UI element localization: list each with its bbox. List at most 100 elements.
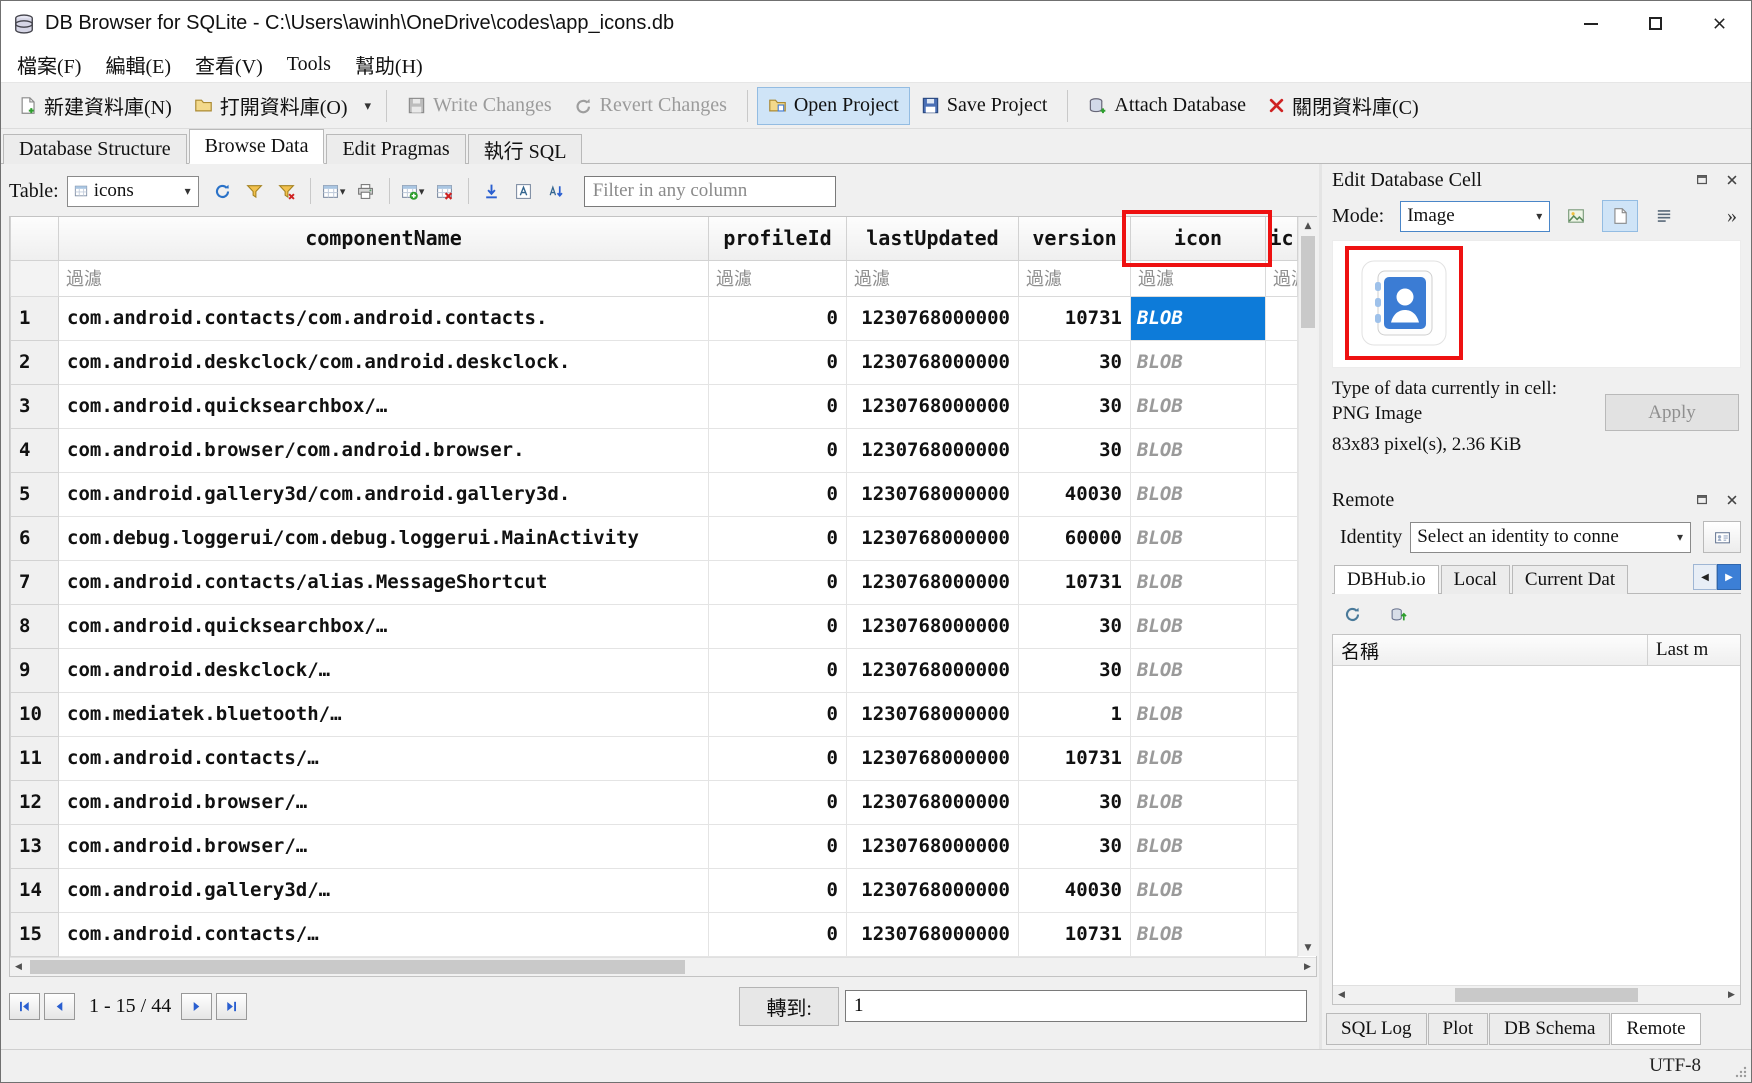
previous-record-button[interactable] bbox=[44, 993, 75, 1020]
cell-componentname[interactable]: com.android.gallery3d/… bbox=[59, 868, 709, 912]
dock-tab-db-schema[interactable]: DB Schema bbox=[1489, 1013, 1610, 1045]
open-database-button[interactable]: 打開資料庫(O) bbox=[183, 87, 359, 125]
cell-profileid[interactable]: 0 bbox=[709, 824, 847, 868]
cell-version[interactable]: 10731 bbox=[1019, 736, 1131, 780]
cell-lastupdated[interactable]: 1230768000000 bbox=[847, 604, 1019, 648]
remote-column-name[interactable]: 名稱 bbox=[1333, 635, 1648, 666]
cell-profileid[interactable]: 0 bbox=[709, 428, 847, 472]
cell-componentname[interactable]: com.android.deskclock/com.android.deskcl… bbox=[59, 340, 709, 384]
cell-lastupdated[interactable]: 1230768000000 bbox=[847, 428, 1019, 472]
maximize-button[interactable] bbox=[1623, 1, 1687, 46]
cell-icon[interactable]: BLOB bbox=[1131, 780, 1266, 824]
close-database-button[interactable]: 關閉資料庫(C) bbox=[1257, 87, 1430, 125]
cell-icon[interactable]: BLOB bbox=[1131, 824, 1266, 868]
tab-browse-data[interactable]: Browse Data bbox=[189, 129, 325, 164]
float-dock-button[interactable] bbox=[1693, 491, 1711, 509]
row-number[interactable]: 2 bbox=[11, 340, 59, 384]
column-header-ic[interactable]: ic bbox=[1266, 217, 1298, 260]
grid-vertical-scrollbar[interactable]: ▲ ▼ bbox=[1298, 217, 1317, 956]
horizontal-scroll-thumb[interactable] bbox=[1455, 988, 1638, 1002]
column-header-version[interactable]: version bbox=[1019, 217, 1131, 260]
open-project-button[interactable]: Open Project bbox=[757, 87, 910, 125]
row-number[interactable]: 6 bbox=[11, 516, 59, 560]
sort-button[interactable] bbox=[540, 175, 572, 207]
cell-profileid[interactable]: 0 bbox=[709, 648, 847, 692]
cell-icon[interactable]: BLOB bbox=[1131, 912, 1266, 956]
dock-tab-plot[interactable]: Plot bbox=[1428, 1013, 1489, 1045]
cell-version[interactable]: 30 bbox=[1019, 384, 1131, 428]
cell-version[interactable]: 10731 bbox=[1019, 296, 1131, 340]
row-number[interactable]: 7 bbox=[11, 560, 59, 604]
cell-componentname[interactable]: com.android.quicksearchbox/… bbox=[59, 604, 709, 648]
filter-cell-componentname[interactable]: 過濾 bbox=[59, 260, 709, 296]
cell-lastupdated[interactable]: 1230768000000 bbox=[847, 912, 1019, 956]
cell-version[interactable]: 30 bbox=[1019, 340, 1131, 384]
cell-profileid[interactable]: 0 bbox=[709, 472, 847, 516]
filter-input[interactable] bbox=[584, 176, 836, 207]
menu-item-v[interactable]: 查看(V) bbox=[183, 46, 275, 82]
cell-lastupdated[interactable]: 1230768000000 bbox=[847, 296, 1019, 340]
scroll-down-button[interactable]: ▼ bbox=[1299, 939, 1317, 956]
cell-profileid[interactable]: 0 bbox=[709, 560, 847, 604]
cell-lastupdated[interactable]: 1230768000000 bbox=[847, 516, 1019, 560]
image-view-button[interactable] bbox=[1602, 200, 1638, 232]
cell-version[interactable]: 30 bbox=[1019, 604, 1131, 648]
remote-column-last-modified[interactable]: Last m bbox=[1648, 635, 1740, 666]
tab-scroll-left-button[interactable]: ◀ bbox=[1693, 564, 1717, 590]
cell-version[interactable]: 10731 bbox=[1019, 912, 1131, 956]
identity-select[interactable]: Select an identity to conne ▾ bbox=[1410, 522, 1691, 553]
row-number[interactable]: 5 bbox=[11, 472, 59, 516]
cell-componentname[interactable]: com.android.contacts/… bbox=[59, 736, 709, 780]
cell-lastupdated[interactable]: 1230768000000 bbox=[847, 648, 1019, 692]
cell-profileid[interactable]: 0 bbox=[709, 692, 847, 736]
open-database-button-dropdown[interactable]: ▾ bbox=[359, 87, 378, 125]
new-record-button[interactable]: ▾ bbox=[397, 175, 429, 207]
row-number[interactable]: 15 bbox=[11, 912, 59, 956]
cell-version[interactable]: 10731 bbox=[1019, 560, 1131, 604]
minimize-button[interactable] bbox=[1559, 1, 1623, 46]
cell-icon[interactable]: BLOB bbox=[1131, 340, 1266, 384]
export-data-button[interactable] bbox=[1558, 200, 1594, 232]
cell-lastupdated[interactable]: 1230768000000 bbox=[847, 736, 1019, 780]
tab-edit-pragmas[interactable]: Edit Pragmas bbox=[326, 134, 465, 164]
cell-componentname[interactable]: com.android.contacts/com.android.contact… bbox=[59, 296, 709, 340]
remote-tab-current-dat[interactable]: Current Dat bbox=[1512, 565, 1628, 594]
row-number[interactable]: 9 bbox=[11, 648, 59, 692]
remote-tab-dbhub-io[interactable]: DBHub.io bbox=[1334, 565, 1439, 594]
cell-icon[interactable]: BLOB bbox=[1131, 472, 1266, 516]
cell-profileid[interactable]: 0 bbox=[709, 780, 847, 824]
row-number[interactable]: 10 bbox=[11, 692, 59, 736]
write-changes-button[interactable]: Write Changes bbox=[396, 87, 563, 125]
cell-profileid[interactable]: 0 bbox=[709, 912, 847, 956]
row-number[interactable]: 4 bbox=[11, 428, 59, 472]
cell-componentname[interactable]: com.debug.loggerui/com.debug.loggerui.Ma… bbox=[59, 516, 709, 560]
filter-cell-version[interactable]: 過濾 bbox=[1019, 260, 1131, 296]
close-dock-button[interactable] bbox=[1723, 171, 1741, 189]
cell-lastupdated[interactable]: 1230768000000 bbox=[847, 472, 1019, 516]
scroll-left-button[interactable]: ◀ bbox=[1333, 986, 1350, 1004]
cell-profileid[interactable]: 0 bbox=[709, 384, 847, 428]
vertical-scroll-thumb[interactable] bbox=[1301, 236, 1315, 328]
cell-lastupdated[interactable]: 1230768000000 bbox=[847, 340, 1019, 384]
cell-icon[interactable]: BLOB bbox=[1131, 296, 1266, 340]
column-header-icon[interactable]: icon bbox=[1131, 217, 1266, 260]
cell-componentname[interactable]: com.android.gallery3d/com.android.galler… bbox=[59, 472, 709, 516]
remote-horizontal-scrollbar[interactable]: ◀ ▶ bbox=[1333, 985, 1740, 1004]
first-record-button[interactable] bbox=[9, 993, 40, 1020]
cell-componentname[interactable]: com.android.browser/… bbox=[59, 780, 709, 824]
column-header-lastupdated[interactable]: lastUpdated bbox=[847, 217, 1019, 260]
cell-icon[interactable]: BLOB bbox=[1131, 384, 1266, 428]
tab-scroll-right-button[interactable]: ▶ bbox=[1717, 564, 1741, 590]
row-number[interactable]: 12 bbox=[11, 780, 59, 824]
dock-tab-remote[interactable]: Remote bbox=[1611, 1013, 1700, 1045]
resize-grip[interactable] bbox=[1734, 1065, 1748, 1079]
identity-settings-button[interactable] bbox=[1703, 521, 1741, 553]
column-header-profileid[interactable]: profileId bbox=[709, 217, 847, 260]
scroll-left-button[interactable]: ◀ bbox=[10, 958, 27, 976]
cell-componentname[interactable]: com.android.deskclock/… bbox=[59, 648, 709, 692]
horizontal-scroll-thumb[interactable] bbox=[30, 960, 685, 974]
cell-profileid[interactable]: 0 bbox=[709, 604, 847, 648]
save-table-button[interactable]: ▾ bbox=[318, 175, 350, 207]
next-record-button[interactable] bbox=[181, 993, 212, 1020]
cell-profileid[interactable]: 0 bbox=[709, 516, 847, 560]
